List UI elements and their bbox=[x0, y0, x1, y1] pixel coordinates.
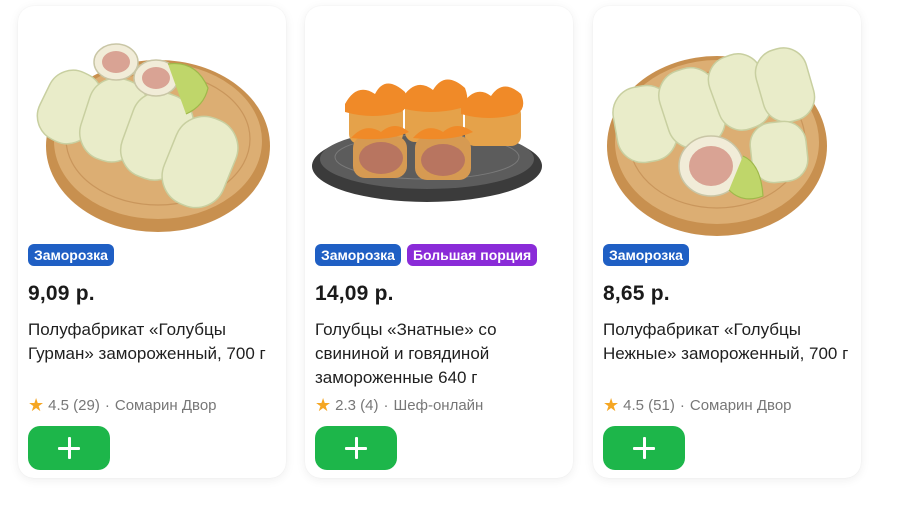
seller-name[interactable]: Сомарин Двор bbox=[115, 397, 217, 414]
badge-list: Заморозка bbox=[603, 244, 689, 266]
rating-value: 4.5 bbox=[48, 396, 69, 414]
seller-name[interactable]: Шеф-онлайн bbox=[394, 397, 484, 414]
rating-row: ★ 4.5 (51) · Сомарин Двор bbox=[603, 396, 792, 414]
add-to-cart-button[interactable] bbox=[28, 426, 110, 470]
rating-row: ★ 2.3 (4) · Шеф-онлайн bbox=[315, 396, 483, 414]
plus-icon bbox=[633, 437, 655, 459]
product-title[interactable]: Голубцы «Знатные» со свининой и говядино… bbox=[315, 318, 565, 390]
product-price: 8,65 р. bbox=[603, 282, 670, 305]
review-count: (4) bbox=[360, 396, 379, 414]
product-card[interactable]: Заморозка 9,09 р. Полуфабрикат «Голубцы … bbox=[18, 6, 286, 478]
product-card[interactable]: Заморозка 8,65 р. Полуфабрикат «Голубцы … bbox=[593, 6, 861, 478]
rating-value: 4.5 bbox=[623, 396, 644, 414]
separator: · bbox=[104, 396, 110, 414]
seller-name[interactable]: Сомарин Двор bbox=[690, 397, 792, 414]
review-count: (51) bbox=[648, 396, 675, 414]
separator: · bbox=[383, 396, 389, 414]
review-count: (29) bbox=[73, 396, 100, 414]
rating-row: ★ 4.5 (29) · Сомарин Двор bbox=[28, 396, 217, 414]
star-icon: ★ bbox=[28, 395, 45, 415]
star-icon: ★ bbox=[315, 395, 332, 415]
product-title[interactable]: Полуфабрикат «Голубцы Нежные» замороженн… bbox=[603, 318, 853, 366]
product-title[interactable]: Полуфабрикат «Голубцы Гурман» замороженн… bbox=[28, 318, 278, 366]
badge-list: Заморозка bbox=[28, 244, 114, 266]
product-image[interactable] bbox=[18, 6, 286, 238]
badge-frozen: Заморозка bbox=[315, 244, 401, 266]
add-to-cart-button[interactable] bbox=[603, 426, 685, 470]
product-card[interactable]: Заморозка Большая порция 14,09 р. Голубц… bbox=[305, 6, 573, 478]
plus-icon bbox=[345, 437, 367, 459]
add-to-cart-button[interactable] bbox=[315, 426, 397, 470]
product-price: 9,09 р. bbox=[28, 282, 95, 305]
rating-value: 2.3 bbox=[335, 396, 356, 414]
product-price: 14,09 р. bbox=[315, 282, 394, 305]
badge-frozen: Заморозка bbox=[603, 244, 689, 266]
plus-icon bbox=[58, 437, 80, 459]
badge-frozen: Заморозка bbox=[28, 244, 114, 266]
badge-list: Заморозка Большая порция bbox=[315, 244, 538, 266]
separator: · bbox=[679, 396, 685, 414]
star-icon: ★ bbox=[603, 395, 620, 415]
product-image[interactable] bbox=[593, 6, 861, 238]
product-image[interactable] bbox=[305, 6, 573, 238]
badge-large-portion: Большая порция bbox=[406, 244, 538, 266]
